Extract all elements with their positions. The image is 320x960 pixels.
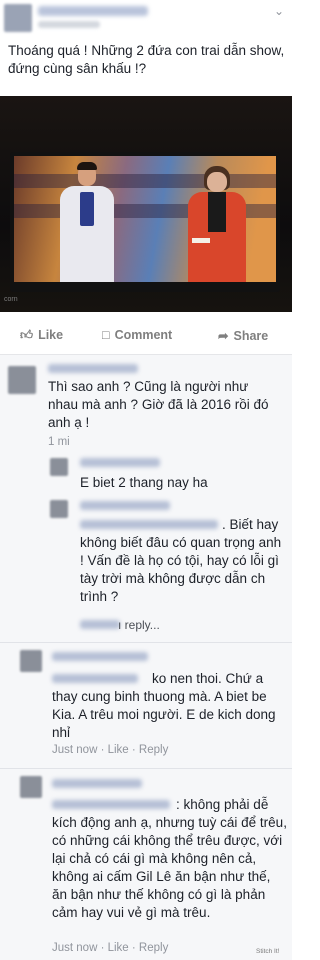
like-button[interactable]: 👍︎ Like xyxy=(20,328,63,343)
reply-text: . Biết hay không biết đâu có quan trọng … xyxy=(80,517,282,604)
commenter-avatar[interactable] xyxy=(8,366,36,394)
like-label: Like xyxy=(38,328,64,342)
comment-meta: 1 mi xyxy=(48,436,70,448)
post-actions: 👍︎ Like □ Comment ➦ Share xyxy=(0,322,292,350)
author-name-blurred[interactable] xyxy=(38,6,148,16)
reply-name-blurred[interactable] xyxy=(80,501,170,510)
comment-meta: Just now · Like · Reply xyxy=(52,744,169,756)
watermark: Stitch It! xyxy=(256,948,280,955)
reply-name-blurred[interactable] xyxy=(80,458,160,467)
chevron-down-icon[interactable]: ⌄ xyxy=(270,4,288,18)
reply-author-blurred[interactable] xyxy=(80,620,120,629)
divider xyxy=(0,642,292,643)
post-timestamp-blurred[interactable] xyxy=(38,21,100,28)
tv-screen xyxy=(14,156,276,282)
comment-meta: Just now · Like · Reply xyxy=(52,942,169,954)
reply-avatar[interactable] xyxy=(50,458,68,476)
post-text: Thoáng quá ! Những 2 đứa con trai dẫn sh… xyxy=(8,43,285,76)
comment-button[interactable]: □ Comment xyxy=(102,328,172,342)
host-right xyxy=(182,166,252,282)
commenter-avatar[interactable] xyxy=(20,650,42,672)
host-left xyxy=(52,162,122,282)
host-card xyxy=(192,238,210,243)
post-photo[interactable]: corn xyxy=(0,96,292,312)
comment-text: ko nen thoi. Chứ a thay cung binh thuong… xyxy=(52,671,276,740)
post-header: ⌄ xyxy=(0,0,292,36)
share-label: Share xyxy=(233,329,269,343)
comment-text: : không phải dễ kích động anh ạ, nhưng t… xyxy=(52,797,287,920)
tv-logo: corn xyxy=(4,296,18,303)
divider xyxy=(0,768,292,769)
commenter-name-blurred[interactable] xyxy=(52,652,148,661)
commenter-name-blurred[interactable] xyxy=(48,364,138,373)
view-more-replies[interactable]: ı reply... xyxy=(118,618,160,632)
thumbs-up-icon: 👍︎ xyxy=(20,328,34,342)
comment-label: Comment xyxy=(114,328,173,342)
comment-text: Thì sao anh ? Cũng là người như nhau mà … xyxy=(48,379,269,430)
comment-icon: □ xyxy=(102,328,110,342)
author-avatar[interactable] xyxy=(4,4,32,32)
share-icon: ➦ xyxy=(218,329,229,343)
commenter-name-blurred[interactable] xyxy=(52,779,142,788)
share-button[interactable]: ➦ Share xyxy=(218,328,268,343)
reply-text: E biet 2 thang nay ha xyxy=(80,475,208,490)
reply-avatar[interactable] xyxy=(50,500,68,518)
commenter-avatar[interactable] xyxy=(20,776,42,798)
